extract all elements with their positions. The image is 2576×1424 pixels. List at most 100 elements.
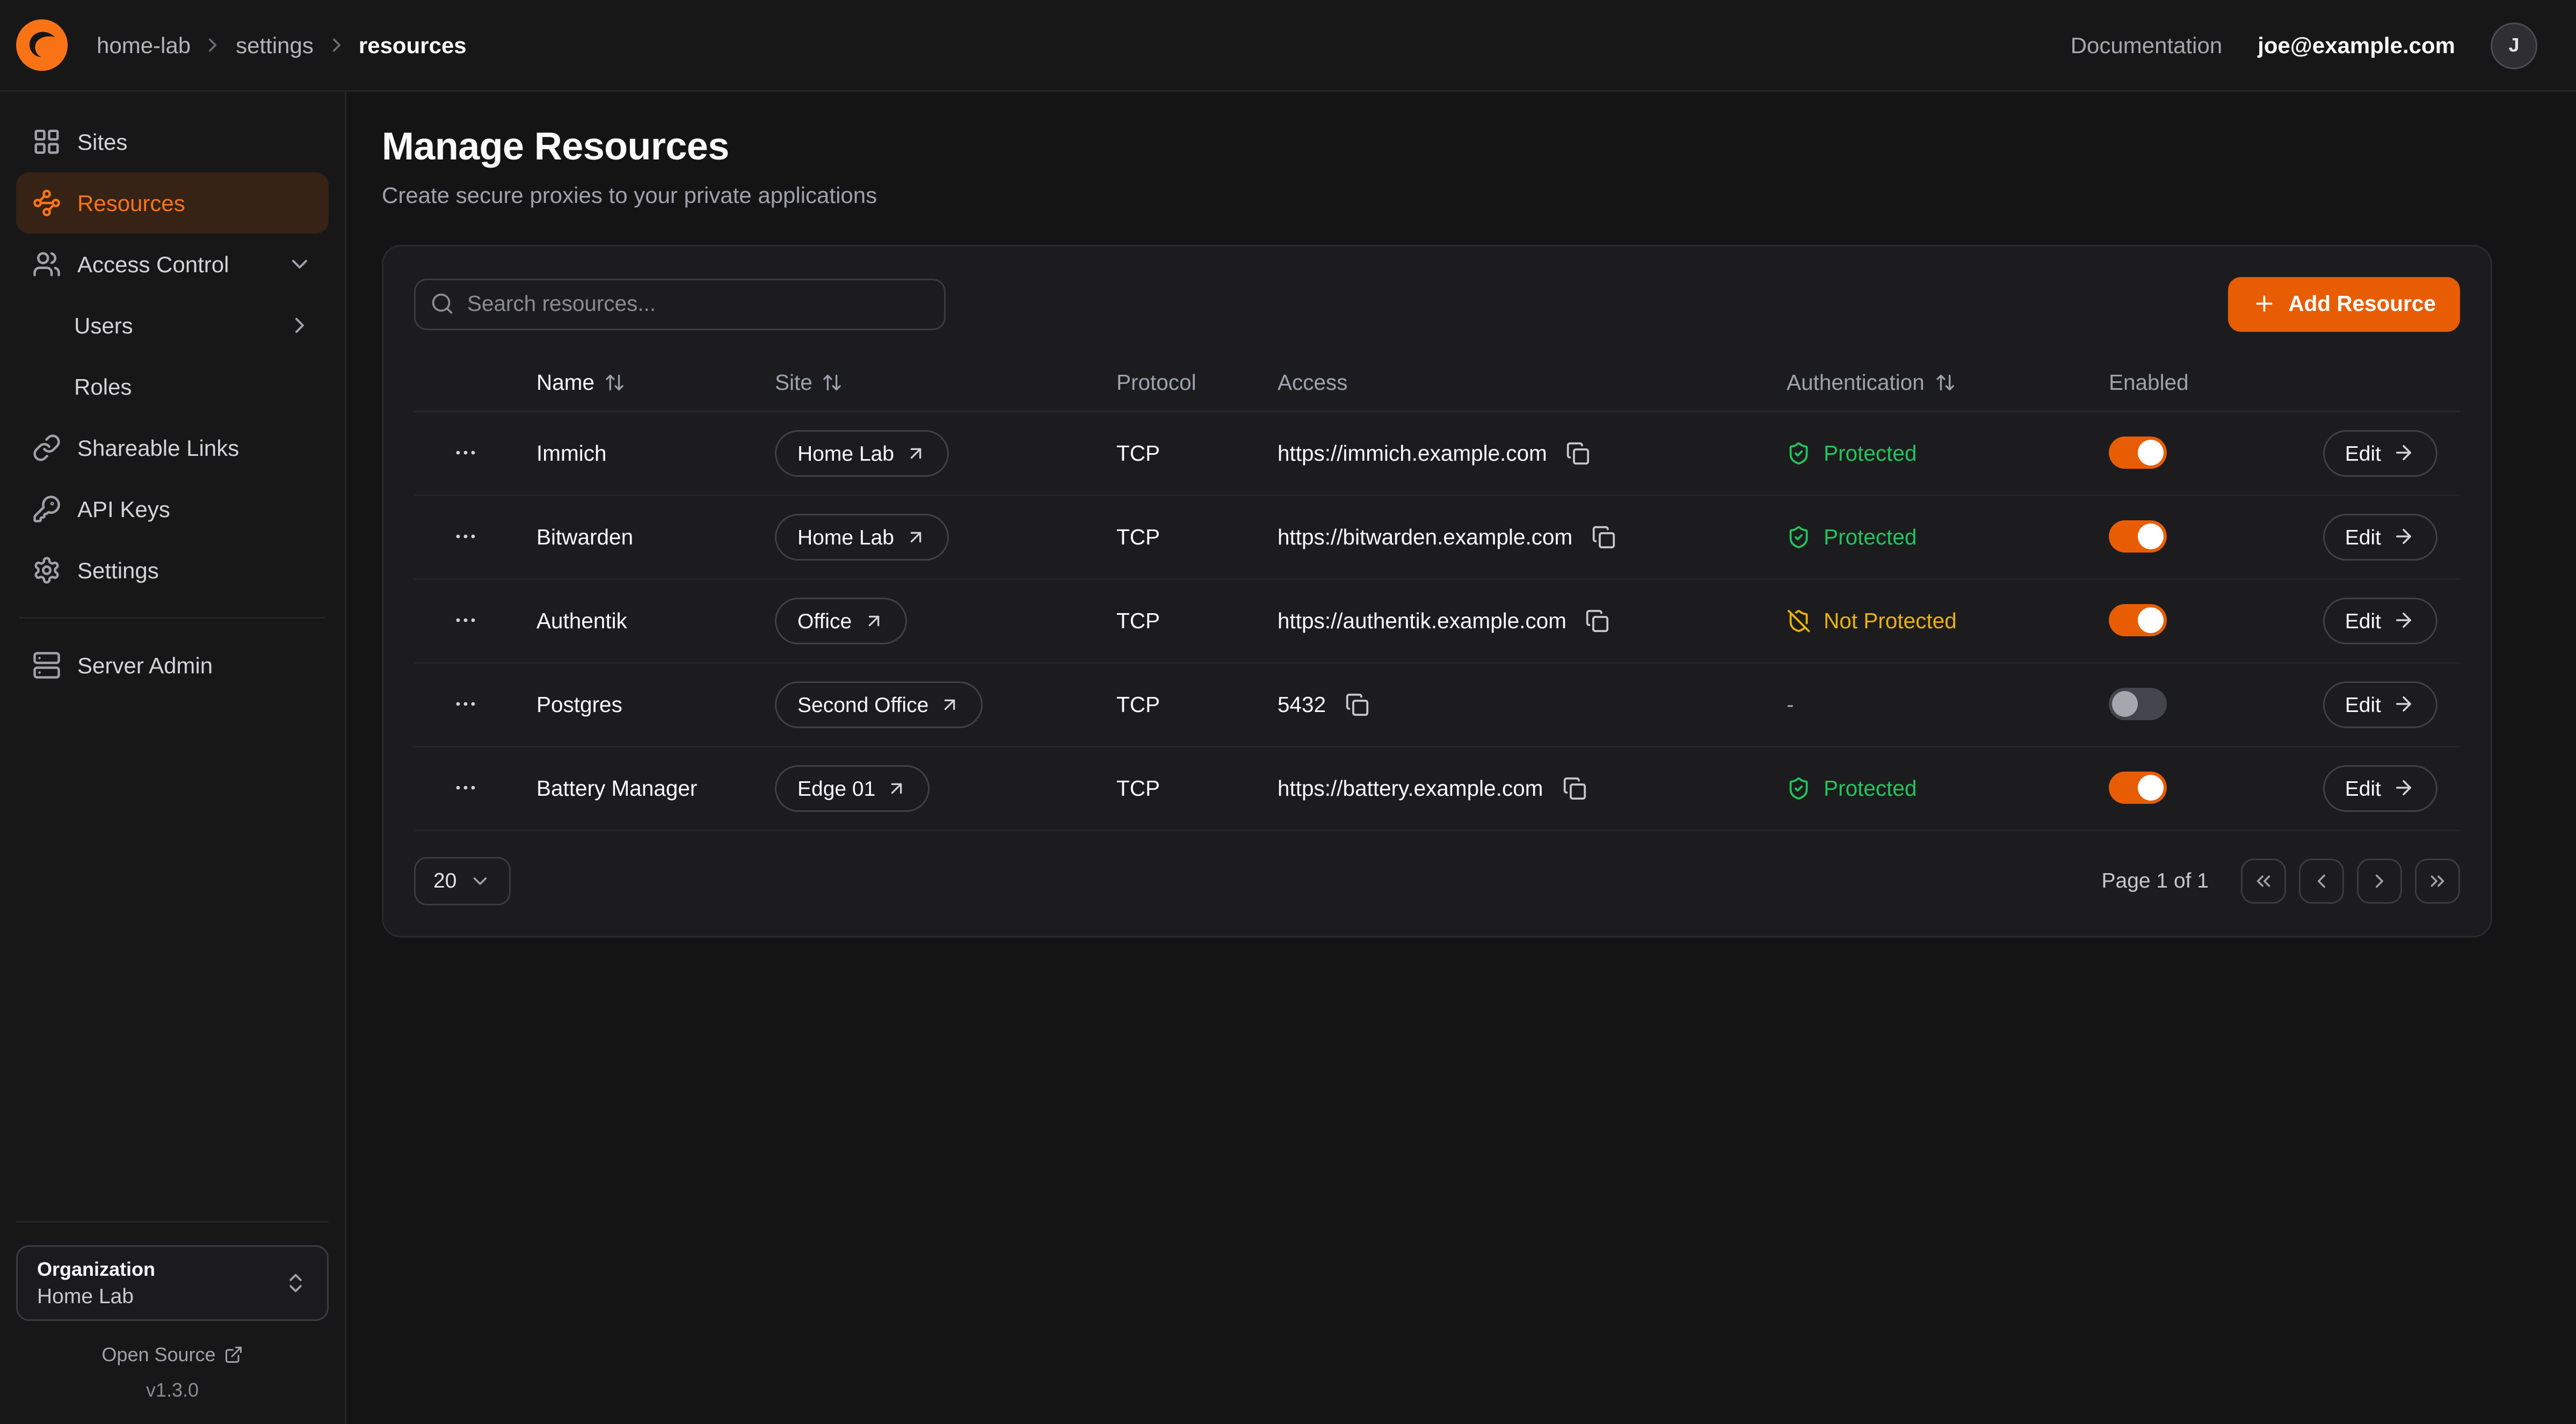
last-page-button[interactable]	[2415, 858, 2460, 903]
row-menu-button[interactable]	[446, 685, 485, 724]
site-link-button[interactable]: Edge 01	[775, 765, 930, 811]
arrow-right-icon	[2392, 526, 2415, 548]
copy-icon[interactable]	[1559, 773, 1590, 803]
page-size-select[interactable]: 20	[414, 856, 511, 905]
header-access: Access	[1278, 370, 1348, 394]
chevrons-up-down-icon	[284, 1271, 308, 1295]
sort-icon	[822, 372, 843, 393]
sidebar-item-server-admin[interactable]: Server Admin	[16, 635, 329, 696]
toggle-knob	[2138, 440, 2164, 466]
edit-button[interactable]: Edit	[2323, 681, 2437, 728]
enabled-toggle[interactable]	[2109, 688, 2167, 721]
sidebar-item-access-control[interactable]: Access Control	[16, 234, 329, 295]
users-icon	[32, 250, 61, 279]
resources-table: Name Site Protocol Access	[414, 354, 2460, 831]
first-page-button[interactable]	[2241, 858, 2286, 903]
header-name[interactable]: Name	[536, 370, 625, 394]
sidebar-item-resources[interactable]: Resources	[16, 172, 329, 234]
resource-access: https://bitwarden.example.com	[1278, 525, 1572, 549]
breadcrumb: home-lab settings resources	[97, 32, 467, 58]
plus-icon	[2253, 292, 2277, 316]
key-icon	[32, 495, 61, 524]
sidebar-item-label: Access Control	[77, 251, 229, 277]
site-link-button[interactable]: Office	[775, 597, 906, 644]
auth-status: Protected	[1787, 441, 1917, 465]
sort-icon	[604, 372, 625, 393]
site-link-button[interactable]: Home Lab	[775, 430, 949, 476]
arrow-right-icon	[2392, 609, 2415, 632]
header-site-label: Site	[775, 370, 812, 394]
card-footer: 20 Page 1 of 1	[414, 856, 2460, 905]
breadcrumb-settings[interactable]: settings	[236, 32, 314, 58]
org-selector-text: Organization Home Lab	[37, 1258, 155, 1308]
documentation-link[interactable]: Documentation	[2071, 32, 2223, 58]
edit-button[interactable]: Edit	[2323, 597, 2437, 644]
resource-name: Immich	[517, 441, 775, 465]
server-icon	[32, 651, 61, 680]
header-site[interactable]: Site	[775, 370, 843, 394]
site-link-button[interactable]: Home Lab	[775, 513, 949, 560]
enabled-toggle[interactable]	[2109, 772, 2167, 804]
row-menu-button[interactable]	[446, 601, 485, 640]
add-resource-button[interactable]: Add Resource	[2229, 277, 2460, 331]
enabled-toggle[interactable]	[2109, 437, 2167, 469]
gear-icon	[32, 556, 61, 585]
chevron-down-icon	[287, 251, 313, 277]
edit-button-label: Edit	[2345, 525, 2381, 549]
resource-name: Bitwarden	[517, 525, 775, 549]
site-name: Home Lab	[797, 525, 894, 549]
sidebar-item-label: Settings	[77, 557, 159, 583]
header-authentication[interactable]: Authentication	[1787, 370, 1955, 394]
next-page-button[interactable]	[2357, 858, 2402, 903]
prev-page-button[interactable]	[2299, 858, 2344, 903]
sidebar-item-api-keys[interactable]: API Keys	[16, 478, 329, 540]
open-source-link[interactable]: Open Source	[101, 1343, 243, 1366]
header-name-label: Name	[536, 370, 594, 394]
edit-button[interactable]: Edit	[2323, 430, 2437, 476]
sidebar-item-settings[interactable]: Settings	[16, 540, 329, 601]
copy-icon[interactable]	[1342, 689, 1373, 720]
auth-status-label: Protected	[1824, 441, 1917, 465]
resources-card: Add Resource Name	[382, 244, 2492, 937]
auth-status-label: -	[1787, 692, 1794, 716]
edit-button[interactable]: Edit	[2323, 513, 2437, 560]
user-email[interactable]: joe@example.com	[2258, 32, 2455, 58]
row-menu-button[interactable]	[446, 518, 485, 556]
search-input[interactable]	[414, 278, 946, 330]
org-selector[interactable]: Organization Home Lab	[16, 1245, 329, 1321]
sidebar-item-shareable-links[interactable]: Shareable Links	[16, 417, 329, 478]
sidebar-item-label: API Keys	[77, 496, 170, 522]
sidebar-item-roles[interactable]: Roles	[16, 356, 329, 417]
arrow-up-right-icon	[905, 442, 926, 463]
header-enabled: Enabled	[2109, 370, 2189, 394]
site-link-button[interactable]: Second Office	[775, 681, 983, 728]
ellipsis-icon	[453, 775, 478, 801]
page-subtitle: Create secure proxies to your private ap…	[382, 181, 2541, 207]
toggle-knob	[2138, 608, 2164, 634]
copy-icon[interactable]	[1563, 438, 1594, 468]
enabled-toggle[interactable]	[2109, 521, 2167, 553]
auth-status: Protected	[1787, 776, 1917, 800]
sidebar-item-label: Users	[74, 313, 133, 338]
external-link-icon	[224, 1345, 243, 1364]
header-protocol: Protocol	[1116, 370, 1196, 394]
row-menu-button[interactable]	[446, 434, 485, 473]
sidebar-item-users[interactable]: Users	[16, 295, 329, 356]
card-toolbar: Add Resource	[414, 277, 2460, 331]
copy-icon[interactable]	[1588, 521, 1619, 552]
avatar[interactable]: J	[2491, 22, 2537, 69]
edit-button[interactable]: Edit	[2323, 765, 2437, 811]
sidebar-item-sites[interactable]: Sites	[16, 111, 329, 172]
row-menu-button[interactable]	[446, 769, 485, 808]
resource-access: https://immich.example.com	[1278, 441, 1547, 465]
version-label: v1.3.0	[146, 1379, 199, 1401]
resource-name: Postgres	[517, 692, 775, 716]
copy-icon[interactable]	[1583, 605, 1613, 636]
table-row: Bitwarden Home Lab TCP https://bitwarden…	[414, 496, 2460, 579]
chevron-right-icon	[202, 34, 224, 56]
app-logo[interactable]	[13, 16, 71, 74]
enabled-toggle[interactable]	[2109, 605, 2167, 637]
resource-protocol: TCP	[1116, 525, 1278, 549]
breadcrumb-org[interactable]: home-lab	[97, 32, 191, 58]
site-name: Home Lab	[797, 441, 894, 465]
